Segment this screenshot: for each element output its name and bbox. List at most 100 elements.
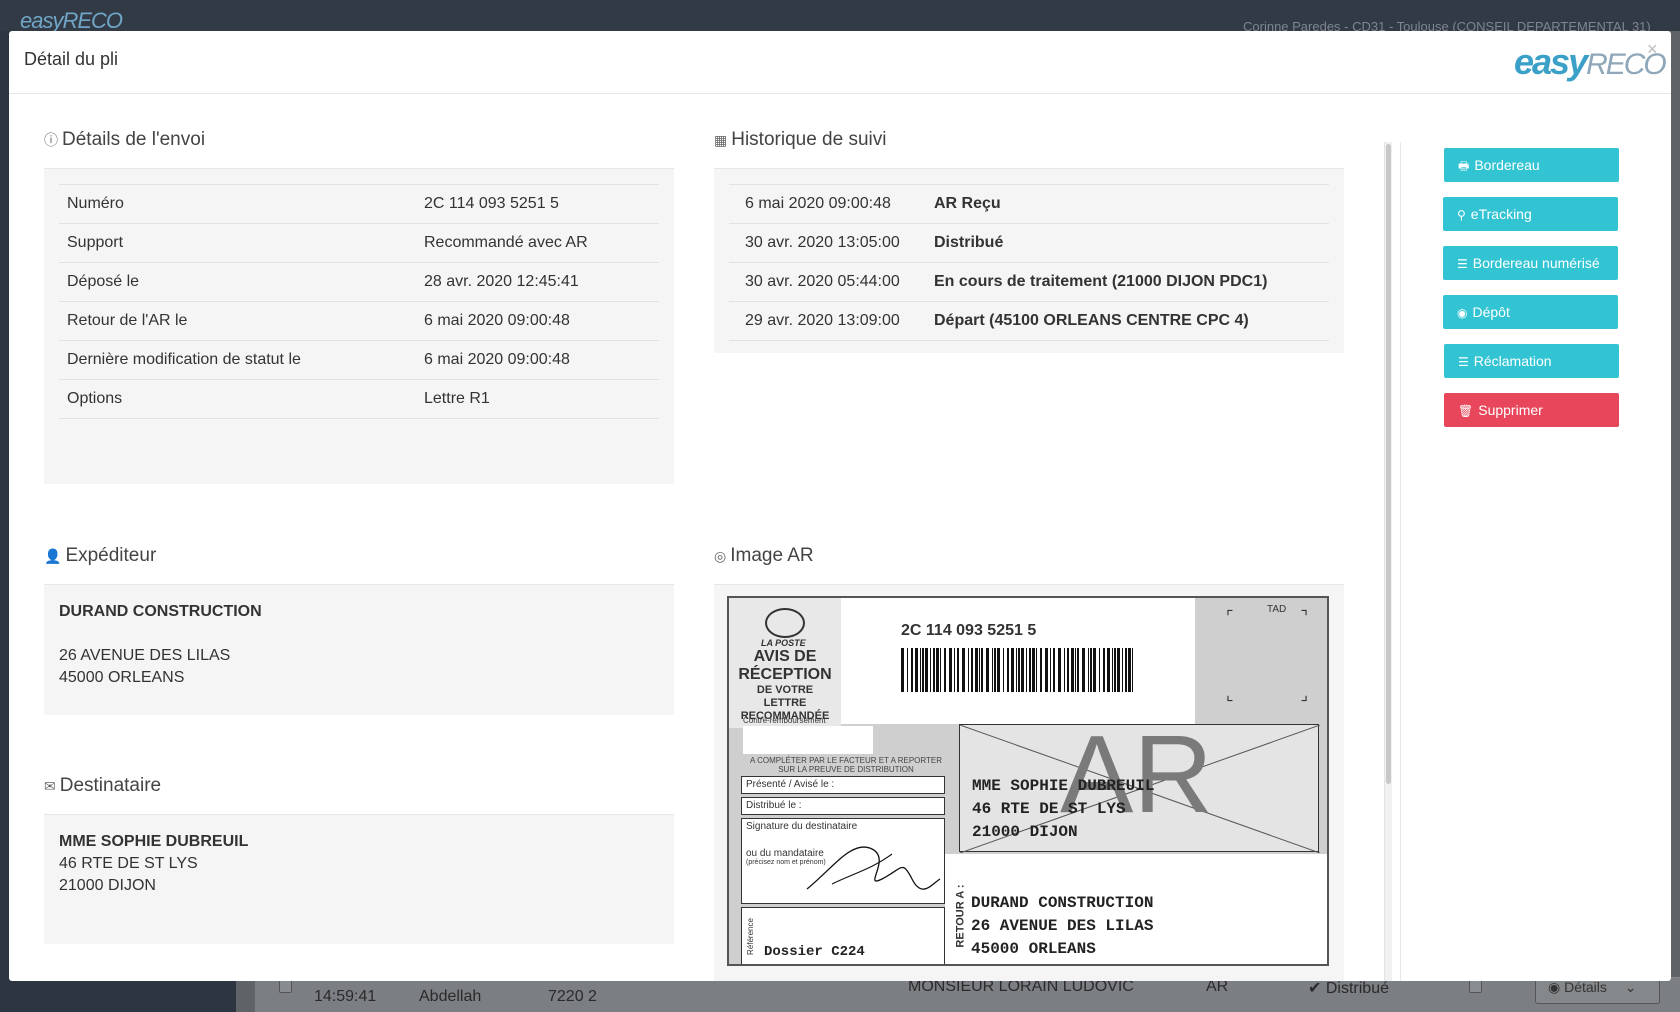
eye-icon: ◎	[714, 548, 727, 564]
button-label: Bordereau	[1474, 157, 1540, 173]
barcode-bar	[962, 648, 965, 692]
details-row: Déposé le 28 avr. 2020 12:45:41	[59, 262, 659, 302]
barcode-bar	[1040, 648, 1042, 692]
barcode-bar	[915, 648, 918, 692]
sender-address: DURAND CONSTRUCTION 26 AVENUE DES LILAS …	[59, 601, 262, 689]
row-name: Abdellah	[419, 988, 482, 1005]
bordereau-numerise-button[interactable]: ☰ Bordereau numérisé	[1443, 246, 1618, 280]
app-topbar: easyRECO Corinne Paredes - CD31 - Toulou…	[0, 0, 1680, 34]
barcode-bar	[1077, 648, 1079, 692]
barcode-bar	[1018, 648, 1020, 692]
eye-icon: ◉	[1548, 979, 1561, 995]
chevron-down-icon[interactable]: ⌄	[1625, 979, 1637, 995]
barcode-bar	[1007, 648, 1009, 692]
ar-signature-box: Signature du destinataire ou du mandatai…	[741, 818, 945, 904]
history-section-title: ▦ Historique de suivi	[714, 129, 886, 151]
barcode-bar	[1075, 648, 1076, 692]
ar-presente-field: Présenté / Avisé le :	[741, 776, 945, 794]
history-event: Départ (45100 ORLEANS CENTRE CPC 4)	[926, 301, 1329, 341]
supprimer-button[interactable]: 🗑 Supprimer	[1444, 393, 1619, 427]
button-label: Dépôt	[1472, 304, 1510, 320]
history-row: 29 avr. 2020 13:09:00 Départ (45100 ORLEA…	[729, 301, 1329, 341]
barcode-bar	[940, 648, 941, 692]
ar-scan-image: LA POSTE AVIS DE RÉCEPTION DE VOTRE LETT…	[727, 596, 1329, 966]
etracking-button[interactable]: ⚲ eTracking	[1443, 197, 1618, 231]
ar-ret1: DURAND CONSTRUCTION	[971, 894, 1154, 912]
history-date: 29 avr. 2020 13:09:00	[729, 301, 926, 341]
sender-line1: 26 AVENUE DES LILAS	[59, 647, 231, 664]
ar-title-block: AVIS DE RÉCEPTION DE VOTRE LETTRE RECOMM…	[735, 648, 835, 723]
barcode-bar	[1053, 648, 1055, 692]
barcode-bar	[997, 648, 1000, 692]
bordereau-button[interactable]: 🖶 Bordereau	[1444, 148, 1619, 182]
image-ar-title-label: Image AR	[730, 545, 814, 566]
barcode-bar	[971, 648, 973, 692]
row-status-label: Distribué	[1325, 980, 1389, 997]
barcode-bar	[920, 648, 921, 692]
row-code: 7220 2	[548, 988, 597, 1005]
history-event: En cours de traitement (21000 DIJON PDC1…	[926, 262, 1329, 302]
barcode-bar	[1090, 648, 1092, 692]
details-label: Support	[59, 223, 416, 263]
ar-tad-box: ⌜ ⌝ ⌞ ⌟	[1226, 609, 1308, 704]
barcode-bar	[1036, 648, 1037, 692]
details-label: Déposé le	[59, 262, 416, 302]
history-date: 30 avr. 2020 13:05:00	[729, 223, 926, 263]
ar-avis3: DE VOTRE LETTRE	[756, 684, 814, 709]
la-poste-logo-icon	[765, 608, 805, 638]
barcode-bar	[1117, 648, 1120, 692]
barcode-bar	[1125, 648, 1127, 692]
details-value: 6 mai 2020 09:00:48	[416, 340, 659, 380]
details-button-label: Détails	[1564, 979, 1607, 995]
details-label: Numéro	[59, 184, 416, 224]
ar-recipient-box: AR MME SOPHIE DUBREUIL 46 RTE DE ST LYS …	[959, 713, 1320, 853]
ar-return-address: DURAND CONSTRUCTION 26 AVENUE DES LILAS …	[971, 892, 1153, 961]
image-ar-section-title: ◎ Image AR	[714, 545, 814, 567]
barcode-bar	[1082, 648, 1085, 692]
barcode-bar	[1016, 648, 1017, 692]
barcode-bar	[1058, 648, 1061, 692]
depot-button[interactable]: ◉ Dépôt	[1443, 295, 1618, 329]
ar-dest2: 46 RTE DE ST LYS	[972, 800, 1126, 818]
details-row: Dernière modification de statut le 6 mai …	[59, 340, 659, 380]
reclamation-button[interactable]: ☰ Réclamation	[1444, 344, 1619, 378]
scrollbar-thumb[interactable]	[1386, 144, 1391, 784]
recipient-address: MME SOPHIE DUBREUIL 46 RTE DE ST LYS 210…	[59, 831, 248, 897]
ar-la-poste: LA POSTE	[761, 638, 806, 648]
details-value: Recommandé avec AR	[416, 223, 659, 263]
barcode-bar	[1103, 648, 1105, 692]
barcode-bar	[1128, 648, 1131, 692]
barcode-bar	[968, 648, 969, 692]
history-event: Distribué	[926, 223, 1329, 263]
envelope-icon: ✉	[44, 778, 56, 794]
ar-dossier: Dossier C224	[764, 944, 865, 960]
details-row: Support Recommandé avec AR	[59, 223, 659, 263]
recipient-line1: 46 RTE DE ST LYS	[59, 855, 198, 872]
ar-ret2: 26 AVENUE DES LILAS	[971, 917, 1154, 935]
history-table: 6 mai 2020 09:00:48 AR Reçu 30 avr. 2020 1…	[729, 184, 1329, 341]
logo-easy: easy	[1514, 41, 1588, 82]
barcode-bar	[1088, 648, 1089, 692]
ar-dest3: 21000 DIJON	[972, 823, 1078, 841]
button-label: Bordereau numérisé	[1472, 255, 1600, 271]
barcode-bar	[1011, 648, 1014, 692]
ar-barcode	[901, 648, 1137, 692]
row-checkbox-2[interactable]	[1469, 980, 1482, 993]
barcode-bar	[922, 648, 924, 692]
barcode-bar	[1045, 648, 1048, 692]
barcode-bar	[1099, 648, 1100, 692]
list-icon: ☰	[1458, 355, 1469, 369]
calendar-icon: ▦	[714, 132, 728, 148]
barcode-bar	[1071, 648, 1074, 692]
ar-completer: A COMPLÉTER PAR LE FACTEUR ET A REPORTER…	[749, 756, 943, 774]
barcode-bar	[979, 648, 980, 692]
details-row: Retour de l'AR le 6 mai 2020 09:00:48	[59, 301, 659, 341]
signature-scribble	[806, 846, 941, 890]
row-checkbox[interactable]	[279, 980, 292, 993]
barcode-bar	[954, 648, 955, 692]
sender-line2: 45000 ORLEANS	[59, 669, 185, 686]
user-icon: 👤	[44, 548, 62, 564]
column-divider	[1400, 142, 1401, 981]
barcode-bar	[1122, 648, 1123, 692]
close-icon[interactable]: ×	[1647, 39, 1658, 60]
